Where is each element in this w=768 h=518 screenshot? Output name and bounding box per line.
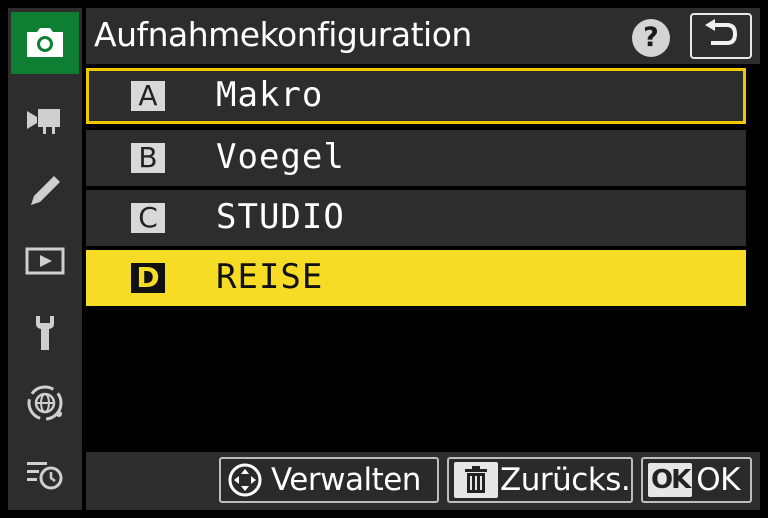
button-guide-bar: Verwalten Zurücks. OK OK bbox=[86, 452, 760, 510]
bank-row-c[interactable]: C STUDIO bbox=[86, 190, 746, 246]
playback-icon bbox=[25, 246, 65, 276]
ok-button[interactable]: OK OK bbox=[641, 457, 752, 503]
bank-name-d: REISE bbox=[216, 257, 324, 297]
manage-label: Verwalten bbox=[271, 462, 421, 498]
sidebar-item-network[interactable] bbox=[11, 372, 79, 434]
multi-selector-icon bbox=[227, 462, 263, 498]
sidebar-item-setup[interactable] bbox=[11, 302, 79, 364]
movie-camera-icon bbox=[25, 107, 65, 135]
bank-name-c: STUDIO bbox=[216, 197, 345, 237]
reset-button[interactable]: Zurücks. bbox=[447, 457, 633, 503]
menu-header: Aufnahmekonfiguration ? bbox=[86, 8, 760, 64]
back-button[interactable] bbox=[690, 13, 752, 59]
bank-row-a[interactable]: A Makro bbox=[86, 68, 746, 124]
manage-button[interactable]: Verwalten bbox=[219, 457, 439, 503]
trash-icon bbox=[454, 462, 498, 498]
sidebar-item-video-recording[interactable] bbox=[11, 90, 79, 152]
bank-letter-a: A bbox=[131, 81, 165, 111]
help-button[interactable]: ? bbox=[632, 19, 670, 57]
network-globe-icon bbox=[25, 383, 65, 423]
reset-label: Zurücks. bbox=[500, 462, 631, 498]
pencil-icon bbox=[28, 174, 62, 208]
wrench-icon bbox=[32, 314, 58, 352]
sidebar-item-my-menu[interactable] bbox=[11, 444, 79, 506]
help-icon: ? bbox=[643, 22, 659, 53]
sidebar-item-photo-shooting[interactable] bbox=[11, 12, 79, 74]
page-title: Aufnahmekonfiguration bbox=[94, 15, 472, 54]
bank-row-d[interactable]: D REISE bbox=[86, 250, 746, 306]
bank-row-b[interactable]: B Voegel bbox=[86, 130, 746, 186]
camera-menu-screen: Aufnahmekonfiguration ? A Makro B Voegel… bbox=[0, 0, 768, 518]
menu-sidebar bbox=[8, 8, 82, 510]
bank-letter-d: D bbox=[131, 263, 165, 293]
return-arrow-icon bbox=[703, 19, 739, 53]
ok-label: OK bbox=[696, 462, 740, 498]
sidebar-item-custom-settings[interactable] bbox=[11, 160, 79, 222]
recent-settings-icon bbox=[25, 458, 65, 492]
bank-letter-b: B bbox=[131, 143, 165, 173]
bank-name-b: Voegel bbox=[216, 137, 345, 177]
bank-letter-c: C bbox=[131, 203, 165, 233]
ok-key-icon: OK bbox=[648, 463, 693, 497]
camera-icon bbox=[25, 28, 65, 58]
sidebar-item-playback[interactable] bbox=[11, 230, 79, 292]
bank-name-a: Makro bbox=[216, 75, 324, 115]
